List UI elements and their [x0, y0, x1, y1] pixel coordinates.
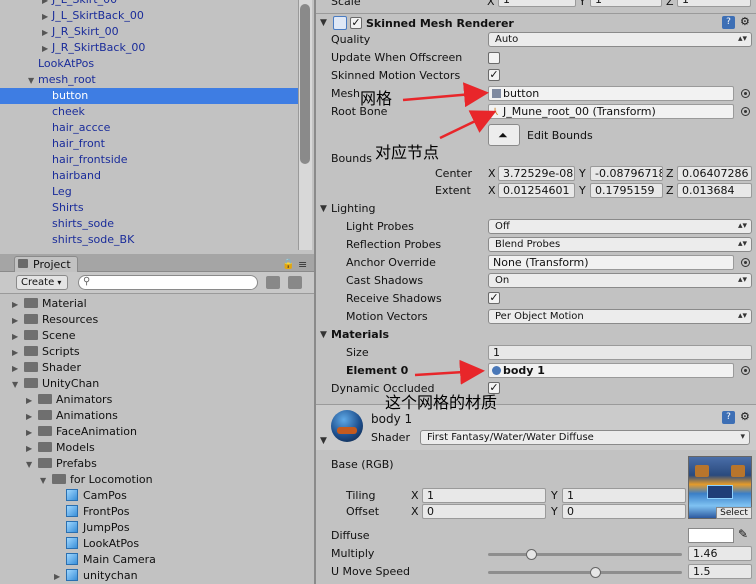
mesh-arrow	[402, 82, 489, 108]
material-arrow	[414, 359, 485, 385]
bone-arrow	[439, 110, 497, 140]
annotation-arrows	[402, 82, 497, 385]
